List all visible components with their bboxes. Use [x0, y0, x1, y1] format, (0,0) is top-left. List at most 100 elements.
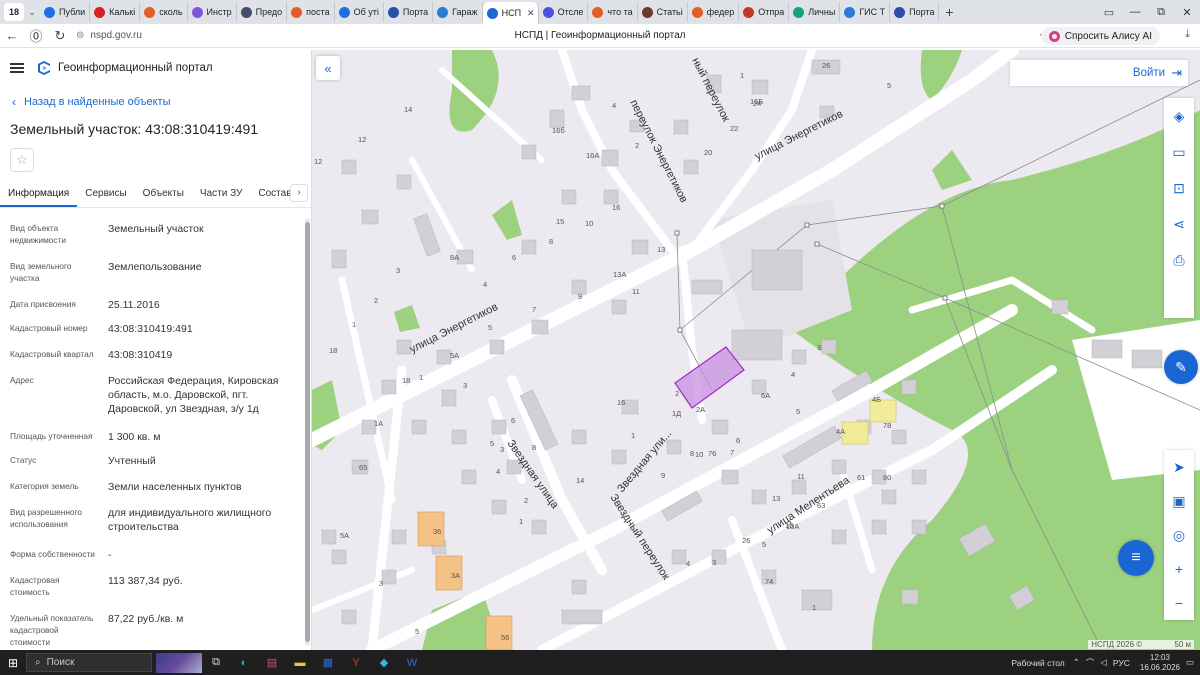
minimap-icon[interactable]: ▣ [1164, 484, 1194, 518]
field-label: Вид объекта недвижимости [10, 223, 66, 245]
tab-parts[interactable]: Части ЗУ [192, 180, 250, 207]
browser-tab[interactable]: Личны [789, 2, 841, 22]
portal-logo-icon [38, 61, 50, 75]
browser-tab[interactable]: федер [688, 2, 740, 22]
browser-tab[interactable]: Инстр [188, 2, 237, 22]
restore-icon[interactable]: ⧉ [1148, 6, 1174, 19]
share-icon[interactable]: ⋖ [1164, 206, 1194, 242]
browser-tab[interactable]: НСП ✕ [482, 2, 539, 24]
browser-tab[interactable]: Гараж [433, 2, 483, 22]
house-number-label: 11 [797, 472, 805, 481]
tab-label: Личны [808, 7, 836, 17]
chat-icon[interactable]: ✎ [1164, 350, 1198, 384]
close-window-icon[interactable]: ✕ [1174, 6, 1200, 19]
locate-icon[interactable]: ➤ [1164, 450, 1194, 484]
browser-tab[interactable]: Калькі [90, 2, 141, 22]
house-number-label: 7 [532, 305, 536, 314]
clock[interactable]: 12:03 16.06.2026 [1140, 653, 1180, 673]
store-icon[interactable]: ▦ [314, 653, 342, 673]
zoom-out-icon[interactable]: − [1164, 586, 1194, 620]
house-number-label: 10 [585, 219, 593, 228]
browser-tab[interactable]: сколь [140, 2, 188, 22]
map-canvas[interactable]: улица Энергетиков улица Энергетиков Звез… [312, 50, 1200, 650]
notifications-icon[interactable]: ▭ [1186, 657, 1194, 668]
alice-button[interactable]: Спросить Алису AI [1040, 27, 1160, 45]
house-number-label: 5А [340, 531, 349, 540]
menu-icon[interactable] [10, 63, 24, 73]
scrollbar-thumb[interactable] [305, 222, 310, 642]
field-value: Землепользование [108, 261, 202, 273]
map-view[interactable]: улица Энергетиков улица Энергетиков Звез… [312, 50, 1200, 650]
browser-tab[interactable]: что та [588, 2, 638, 22]
ruler-icon[interactable]: ▭ [1164, 134, 1194, 170]
new-tab-button[interactable]: + [939, 4, 959, 20]
assistant-icon[interactable]: ≡ [1118, 540, 1154, 576]
browser-tab[interactable]: Отсле [539, 2, 589, 22]
browser-tab[interactable]: Порта [384, 2, 434, 22]
taskbar: ⊞ ⌕ Поиск ⧉ ◐ ▤ ▬ ▦ Y ◆ W Рабочий стол ⌃… [0, 650, 1200, 675]
favorite-star-icon[interactable]: ☆ [10, 148, 34, 172]
tab-list-chevron-icon[interactable]: ⌄ [24, 7, 40, 18]
browser-tab[interactable]: Порта [890, 2, 940, 22]
network-icon[interactable]: ⌒ [1086, 657, 1095, 669]
taskbar-search[interactable]: ⌕ Поиск [26, 653, 152, 672]
house-number-label: 2 [524, 496, 528, 505]
portal-name[interactable]: Геоинформационный портал [58, 62, 213, 74]
house-number-label: 5 [490, 439, 494, 448]
windows-start-icon[interactable]: ⊞ [0, 656, 26, 670]
tab-favicon-icon [44, 6, 55, 18]
photos-icon[interactable]: ▤ [258, 653, 286, 673]
language-label[interactable]: РУС [1113, 658, 1130, 668]
task-view-icon[interactable]: ⧉ [202, 653, 230, 673]
tab-objects[interactable]: Объекты [135, 180, 192, 207]
volume-icon[interactable]: ◁ [1100, 657, 1107, 668]
collapse-panel-button[interactable]: « [316, 56, 340, 80]
tab-label: Об уті [353, 7, 379, 17]
bookmarks-icon[interactable]: ▭ [1096, 6, 1122, 19]
layers-icon[interactable]: ◈ [1164, 98, 1194, 134]
browser-tab[interactable]: Статьі [638, 2, 688, 22]
explorer-icon[interactable]: ▬ [286, 653, 314, 673]
edge-icon[interactable]: ◐ [230, 653, 258, 673]
tab-favicon-icon [144, 6, 156, 18]
yandex-icon[interactable]: ⓪ [24, 26, 48, 45]
field-value: - [108, 549, 112, 561]
browser-tab[interactable]: Предо [237, 2, 288, 22]
yandex-browser-icon[interactable]: Y [342, 653, 370, 673]
login-button[interactable]: Войти ⇥ [1010, 60, 1188, 86]
tab-favicon-icon [691, 6, 703, 18]
app-icon[interactable]: ◆ [370, 653, 398, 673]
field-label: Удельный показатель кадастровой стоимост… [10, 613, 94, 647]
window-controls: ▭ — ⧉ ✕ [1096, 0, 1200, 24]
url-field[interactable]: ⊜ nspd.gov.ru [76, 30, 142, 41]
minimize-icon[interactable]: — [1122, 6, 1148, 18]
desktop-label[interactable]: Рабочий стол [1011, 658, 1064, 668]
search-label: Поиск [46, 657, 75, 668]
select-area-icon[interactable]: ⊡ [1164, 170, 1194, 206]
geo-icon[interactable]: ◎ [1164, 518, 1194, 552]
tab-services[interactable]: Сервисы [77, 180, 134, 207]
browser-tab[interactable]: поста [287, 2, 335, 22]
copyright-text: НСПД 2026 © [1091, 640, 1143, 649]
print-icon[interactable]: ⎙ [1164, 242, 1194, 278]
tab-label: поста [306, 7, 330, 17]
zoom-in-icon[interactable]: + [1164, 552, 1194, 586]
tray-expand-icon[interactable]: ⌃ [1073, 657, 1080, 668]
house-number-label: 13 [657, 245, 665, 254]
browser-tab[interactable]: Об уті [335, 2, 384, 22]
download-icon[interactable]: ⤓ [1185, 28, 1190, 41]
site-info-icon[interactable]: ⊜ [76, 30, 84, 41]
panel-scrollbar[interactable] [305, 218, 310, 646]
tab-information[interactable]: Информация [0, 180, 78, 207]
browser-tab[interactable]: Отпра [739, 2, 790, 22]
word-icon[interactable]: W [398, 653, 426, 673]
house-number-label: 1 [740, 71, 744, 80]
browser-tab[interactable]: ГИС Т [840, 2, 891, 22]
back-arrow-icon[interactable]: ← [0, 28, 24, 43]
tab-count-badge[interactable]: 18 [4, 3, 24, 21]
back-to-results-link[interactable]: ‹ Назад в найденные объекты [12, 95, 171, 109]
close-tab-icon[interactable]: ✕ [527, 8, 535, 19]
tabs-next-chevron-icon[interactable]: › [290, 184, 308, 202]
reload-icon[interactable]: ↻ [48, 28, 72, 44]
browser-tab[interactable]: Публи [40, 2, 91, 22]
